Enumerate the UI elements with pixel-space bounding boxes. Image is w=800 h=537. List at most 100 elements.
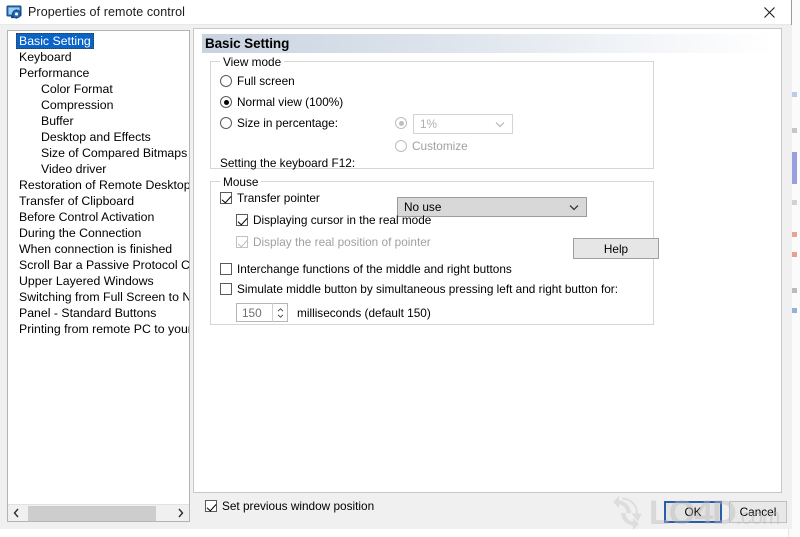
checkbox-display-real-position: Display the real position of pointer <box>236 235 431 249</box>
sidebar-item-label: Color Format <box>41 82 113 96</box>
view-mode-legend: View mode <box>220 55 285 69</box>
sidebar-item-during-the-connection[interactable]: During the Connection <box>8 225 189 241</box>
sidebar-item-label: Upper Layered Windows <box>19 274 154 288</box>
sidebar-item-label: Performance <box>19 66 90 80</box>
cancel-button[interactable]: Cancel <box>729 501 787 523</box>
sidebar-item-when-connection-is-finished[interactable]: When connection is finished <box>8 241 189 257</box>
sidebar-item-scroll-bar-a-passive-protocol-control[interactable]: Scroll Bar a Passive Protocol Control <box>8 257 189 273</box>
page-title: Basic Setting <box>205 36 290 51</box>
checkbox-indicator <box>220 192 232 204</box>
checkbox-interchange-buttons-label: Interchange functions of the middle and … <box>237 262 512 276</box>
radio-normal-view-label: Normal view (100%) <box>237 95 344 109</box>
radio-full-screen-label: Full screen <box>237 74 295 88</box>
checkbox-indicator <box>205 500 217 512</box>
percentage-combobox: 1% <box>413 114 513 134</box>
title-bar: Properties of remote control <box>0 0 791 25</box>
checkbox-displaying-cursor[interactable]: Displaying cursor in the real mode <box>236 213 431 227</box>
scrollbar-thumb[interactable] <box>28 506 156 521</box>
sidebar-item-label: Printing from remote PC to your printer <box>19 322 189 336</box>
help-button-label: Help <box>603 241 629 256</box>
radio-size-in-percentage-label: Size in percentage: <box>237 116 338 130</box>
sidebar-item-label: When connection is finished <box>19 242 173 256</box>
sidebar-item-label: Buffer <box>41 114 74 128</box>
sidebar-item-label: Compression <box>41 98 114 112</box>
sidebar-item-compression[interactable]: Compression <box>8 97 189 113</box>
sidebar-item-label: Switching from Full Screen to Normal <box>19 290 189 304</box>
sidebar-item-color-format[interactable]: Color Format <box>8 81 189 97</box>
checkbox-indicator <box>220 263 232 275</box>
radio-preset-percent <box>395 117 412 129</box>
chevron-down-icon <box>495 115 505 133</box>
radio-indicator <box>395 117 407 129</box>
sidebar-item-keyboard[interactable]: Keyboard <box>8 49 189 65</box>
screen-root: Properties of remote control Basic Setti… <box>0 0 800 537</box>
checkbox-simulate-middle-button-label: Simulate middle button by simultaneous p… <box>237 282 618 296</box>
sidebar-item-size-of-compared-bitmaps[interactable]: Size of Compared Bitmaps <box>8 145 189 161</box>
checkbox-indicator <box>236 214 248 226</box>
settings-pane: Basic Setting View mode Full screen Norm… <box>193 28 782 493</box>
pane-title-bar: Basic Setting <box>202 34 772 53</box>
remote-desktop-gear-icon <box>6 4 22 20</box>
checkbox-transfer-pointer[interactable]: Transfer pointer <box>220 191 320 205</box>
sidebar-item-restoration-of-remote-desktop[interactable]: Restoration of Remote Desktop <box>8 177 189 193</box>
sidebar-item-label: Size of Compared Bitmaps <box>41 146 188 160</box>
properties-dialog: Properties of remote control Basic Setti… <box>0 0 792 529</box>
checkbox-indicator <box>236 236 248 248</box>
cancel-button-label: Cancel <box>739 505 777 519</box>
radio-indicator <box>220 75 232 87</box>
tree-horizontal-scrollbar[interactable] <box>8 504 189 521</box>
milliseconds-stepper[interactable]: 150 <box>236 303 288 322</box>
sidebar-item-label: Basic Setting <box>16 33 94 49</box>
sidebar-item-desktop-and-effects[interactable]: Desktop and Effects <box>8 129 189 145</box>
sidebar-item-transfer-of-clipboard[interactable]: Transfer of Clipboard <box>8 193 189 209</box>
checkbox-simulate-middle-button[interactable]: Simulate middle button by simultaneous p… <box>220 282 618 296</box>
mouse-legend: Mouse <box>220 175 262 189</box>
f12-label: Setting the keyboard F12: <box>220 156 356 170</box>
checkbox-display-real-position-label: Display the real position of pointer <box>253 235 431 249</box>
sidebar-item-printing-from-remote-pc-to-your-printer[interactable]: Printing from remote PC to your printer <box>8 321 189 337</box>
f12-label-row: Setting the keyboard F12: <box>220 156 355 170</box>
sidebar-item-buffer[interactable]: Buffer <box>8 113 189 129</box>
stepper-arrows[interactable] <box>272 303 287 322</box>
help-button[interactable]: Help <box>573 238 659 259</box>
radio-customize-label: Customize <box>412 139 468 153</box>
sidebar-item-panel-standard-buttons[interactable]: Panel - Standard Buttons <box>8 305 189 321</box>
dialog-content: Basic Setting Keyboard Performance Color Fo… <box>0 25 792 529</box>
checkbox-indicator <box>220 283 232 295</box>
chevron-right-icon[interactable] <box>172 505 189 521</box>
sidebar-item-performance[interactable]: Performance <box>8 65 189 81</box>
radio-indicator <box>395 140 407 152</box>
sidebar-item-label: Scroll Bar a Passive Protocol Control <box>19 258 189 272</box>
mouse-group: Mouse Transfer pointer Displaying cursor… <box>210 175 659 325</box>
sidebar-item-label: Transfer of Clipboard <box>19 194 135 208</box>
sidebar-item-basic-setting[interactable]: Basic Setting <box>8 33 189 49</box>
sidebar-item-label: Keyboard <box>19 50 72 64</box>
window-title: Properties of remote control <box>28 5 186 19</box>
sidebar-item-label: Restoration of Remote Desktop <box>19 178 189 192</box>
checkbox-set-previous-window-position-label: Set previous window position <box>222 499 375 513</box>
sidebar-item-video-driver[interactable]: Video driver <box>8 161 189 177</box>
ok-button[interactable]: OK <box>664 501 722 523</box>
chevron-left-icon[interactable] <box>8 505 25 521</box>
milliseconds-label: milliseconds (default 150) <box>297 305 431 320</box>
milliseconds-value: 150 <box>242 305 262 320</box>
close-icon <box>763 6 775 18</box>
checkbox-set-previous-window-position[interactable]: Set previous window position <box>205 499 374 513</box>
percentage-value: 1% <box>420 117 438 131</box>
settings-tree[interactable]: Basic Setting Keyboard Performance Color Fo… <box>8 33 189 503</box>
close-button[interactable] <box>747 0 791 24</box>
radio-indicator <box>220 117 232 129</box>
sidebar-item-switching-from-full-screen-to-normal[interactable]: Switching from Full Screen to Normal <box>8 289 189 305</box>
radio-size-in-percentage[interactable]: Size in percentage: <box>220 116 338 130</box>
checkbox-interchange-buttons[interactable]: Interchange functions of the middle and … <box>220 262 512 276</box>
chevron-down-icon <box>277 313 283 318</box>
milliseconds-row: 150 milliseconds (default 150) <box>236 303 431 322</box>
sidebar-item-upper-layered-windows[interactable]: Upper Layered Windows <box>8 273 189 289</box>
radio-customize: Customize <box>395 139 468 153</box>
scrollbar-track[interactable] <box>25 505 172 521</box>
radio-full-screen[interactable]: Full screen <box>220 74 295 88</box>
ok-button-label: OK <box>684 505 702 519</box>
radio-normal-view[interactable]: Normal view (100%) <box>220 95 343 109</box>
sidebar-item-before-control-activation[interactable]: Before Control Activation <box>8 209 189 225</box>
view-mode-group: View mode Full screen Normal view (100%)… <box>210 55 654 217</box>
